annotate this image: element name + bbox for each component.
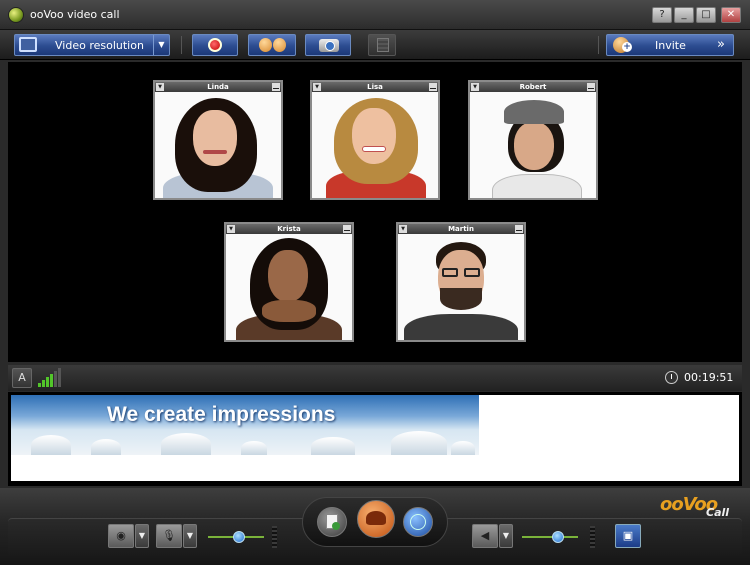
speaker-options-dropdown[interactable]: ▼ — [499, 524, 513, 548]
ad-panel: We create impressions — [8, 392, 742, 486]
signal-bar — [54, 371, 57, 387]
tile-header: ▼ Robert — [470, 82, 596, 92]
video-tile-lisa[interactable]: ▼ Lisa — [310, 80, 440, 200]
double-chevron-icon: » — [717, 37, 725, 52]
tile-minimize-icon[interactable] — [515, 225, 523, 233]
call-timer: 00:19:51 — [684, 371, 734, 384]
toolbar-divider — [598, 36, 599, 54]
microphone-icon: 🎙 — [162, 529, 176, 542]
monitor-icon — [19, 37, 37, 52]
tile-menu-icon[interactable]: ▼ — [227, 225, 235, 233]
help-button[interactable]: ? — [652, 7, 672, 23]
speaker-volume-slider[interactable] — [522, 536, 578, 538]
record-icon — [208, 38, 222, 52]
title-bar: ooVoo video call ? _ □ ✕ — [0, 0, 750, 30]
arrow-icon — [332, 522, 340, 530]
tile-menu-icon[interactable]: ▼ — [313, 83, 321, 91]
network-antenna-icon[interactable]: A — [12, 368, 32, 388]
person-icon — [273, 38, 286, 52]
video-feed — [470, 92, 596, 198]
speaker-button[interactable]: ◀ — [472, 524, 498, 548]
window-title: ooVoo video call — [30, 8, 120, 21]
invite-button[interactable]: Invite » — [606, 34, 734, 56]
participant-name: Krista — [277, 225, 301, 233]
video-resolution-button[interactable]: Video resolution ▼ — [14, 34, 170, 56]
mushroom-icon — [366, 511, 386, 525]
participant-name: Robert — [519, 83, 547, 91]
speaker-icon: ◀ — [480, 529, 490, 542]
ad-area: We create impressions — [11, 395, 739, 481]
tile-minimize-icon[interactable] — [429, 83, 437, 91]
snapshot-button[interactable] — [305, 34, 351, 56]
record-button[interactable] — [192, 34, 238, 56]
send-file-button[interactable] — [317, 507, 347, 537]
signal-bar — [42, 380, 45, 387]
video-grid: ▼ Linda ▼ Lisa ▼ Robert ▼ Krista ▼ Marti… — [8, 62, 742, 362]
video-tile-linda[interactable]: ▼ Linda — [153, 80, 283, 200]
signal-bar — [50, 374, 53, 387]
add-person-icon — [613, 37, 632, 53]
video-tile-robert[interactable]: ▼ Robert — [468, 80, 598, 200]
status-bar: A 00:19:51 — [8, 365, 742, 391]
close-button[interactable]: ✕ — [721, 7, 741, 23]
dialpad-icon — [377, 38, 389, 52]
end-call-button[interactable] — [357, 500, 395, 538]
clock-icon — [665, 371, 678, 384]
call-control-pod — [302, 497, 448, 547]
tile-minimize-icon[interactable] — [272, 83, 280, 91]
video-feed — [398, 234, 524, 340]
tile-menu-icon[interactable]: ▼ — [399, 225, 407, 233]
video-tile-krista[interactable]: ▼ Krista — [224, 222, 354, 342]
fullscreen-button[interactable]: ▣ — [615, 524, 641, 548]
tile-header: ▼ Lisa — [312, 82, 438, 92]
participant-name: Linda — [207, 83, 229, 91]
eye-icon: ◉ — [116, 529, 126, 542]
video-tile-martin[interactable]: ▼ Martin — [396, 222, 526, 342]
tile-header: ▼ Linda — [155, 82, 281, 92]
ad-banner[interactable]: We create impressions — [11, 395, 479, 455]
ad-headline: We create impressions — [107, 403, 336, 426]
mic-volume-knob[interactable] — [232, 531, 245, 543]
minimize-button[interactable]: _ — [674, 7, 694, 23]
maximize-button[interactable]: □ — [696, 7, 716, 23]
person-icon — [259, 38, 272, 52]
camera-toggle-button[interactable]: ◉ — [108, 524, 134, 548]
oovoo-logo-sub: Call — [706, 506, 730, 519]
speaker-level-meter — [590, 526, 595, 548]
camera-options-dropdown[interactable]: ▼ — [135, 524, 149, 548]
tile-menu-icon[interactable]: ▼ — [156, 83, 164, 91]
tile-menu-icon[interactable]: ▼ — [471, 83, 479, 91]
microphone-options-dropdown[interactable]: ▼ — [183, 524, 197, 548]
globe-icon — [410, 514, 426, 530]
video-feed — [312, 92, 438, 198]
video-feed — [155, 92, 281, 198]
video-feed — [226, 234, 352, 340]
participant-name: Martin — [448, 225, 474, 233]
signal-bar — [38, 383, 41, 387]
video-resolution-label: Video resolution — [55, 39, 144, 52]
chevron-down-icon[interactable]: ▼ — [153, 35, 169, 55]
tile-minimize-icon[interactable] — [343, 225, 351, 233]
signal-bar — [46, 377, 49, 387]
mic-level-meter — [272, 526, 277, 548]
toolbar: Video resolution ▼ Invite » — [0, 30, 750, 60]
tile-minimize-icon[interactable] — [587, 83, 595, 91]
globe-button[interactable] — [403, 507, 433, 537]
tile-header: ▼ Martin — [398, 224, 524, 234]
microphone-button[interactable]: 🎙 — [156, 524, 182, 548]
invite-label: Invite — [655, 39, 686, 52]
share-contacts-button[interactable] — [248, 34, 296, 56]
app-logo-icon — [8, 7, 24, 23]
toolbar-divider — [181, 36, 182, 54]
fullscreen-icon: ▣ — [622, 529, 634, 542]
signal-bar — [58, 368, 61, 387]
tile-header: ▼ Krista — [226, 224, 352, 234]
camera-icon — [319, 39, 339, 52]
participant-name: Lisa — [367, 83, 383, 91]
dialpad-button[interactable] — [368, 34, 396, 56]
